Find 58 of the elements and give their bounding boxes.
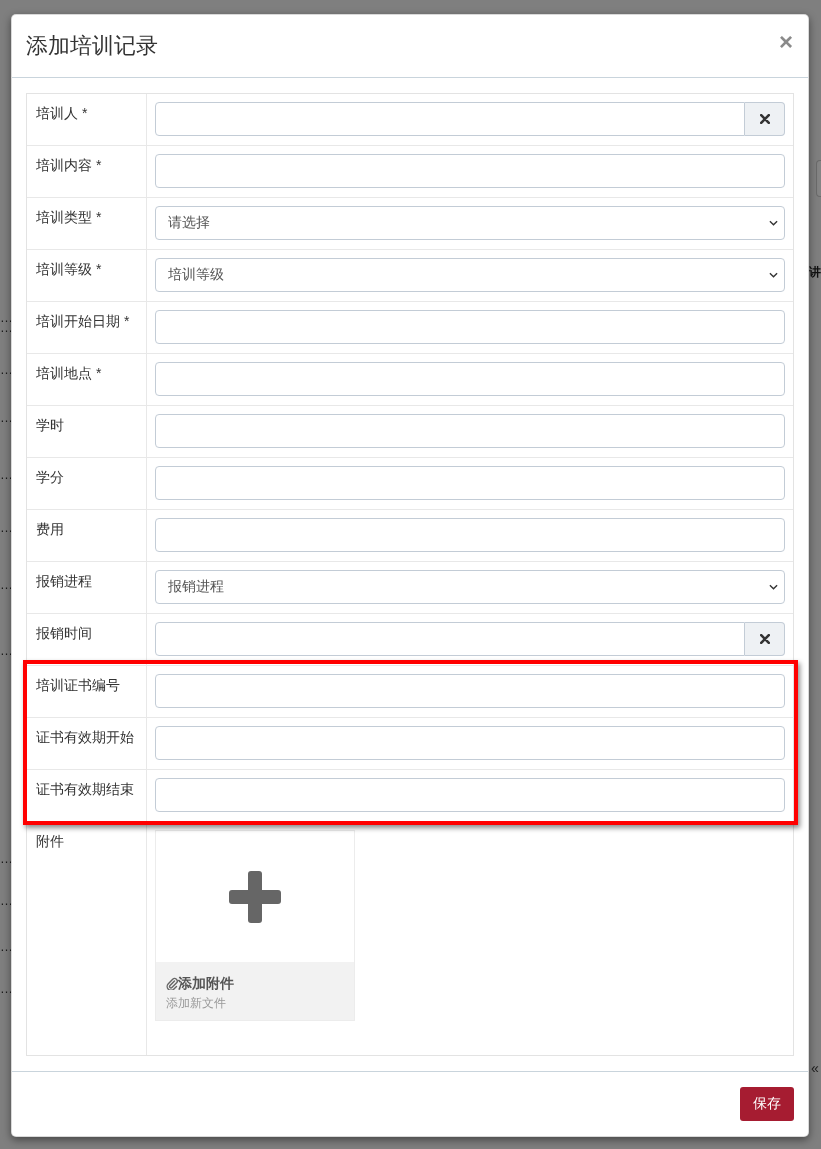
modal-title: 添加培训记录 xyxy=(26,32,158,60)
chevron-down-icon xyxy=(769,584,778,590)
paperclip-icon xyxy=(166,976,178,990)
field-label: 培训等级 * xyxy=(36,261,102,277)
field-label: 学时 xyxy=(36,417,64,433)
column-heading-fragment: 讲 xyxy=(809,264,821,280)
field-label: 附件 xyxy=(36,833,64,849)
field-label: 证书有效期结束 xyxy=(36,781,134,797)
field-label: 学分 xyxy=(36,469,64,485)
x-icon xyxy=(759,634,770,644)
field-label: 培训地点 * xyxy=(36,365,102,381)
truncated-cell-text: … xyxy=(0,413,13,423)
chevron-down-icon xyxy=(769,272,778,278)
truncated-cell-text: … xyxy=(0,470,13,480)
field-label: 报销进程 xyxy=(36,573,92,589)
text-input[interactable] xyxy=(155,310,785,344)
input-field[interactable] xyxy=(816,160,821,197)
truncated-cell-text: … xyxy=(0,942,13,952)
text-input[interactable] xyxy=(155,674,785,708)
truncated-cell-text: … xyxy=(0,523,13,533)
field-label: 证书有效期开始 xyxy=(36,729,134,745)
text-input[interactable] xyxy=(155,102,745,136)
dropdown-select[interactable]: 培训等级 xyxy=(155,258,785,292)
text-input[interactable] xyxy=(155,778,785,812)
field-label: 培训证书编号 xyxy=(36,677,120,693)
text-input[interactable] xyxy=(155,154,785,188)
dropdown-select[interactable]: 请选择 xyxy=(155,206,785,240)
upload-title: 添加附件 xyxy=(178,974,234,992)
field-label: 培训内容 * xyxy=(36,157,102,173)
dropdown-select[interactable]: 报销进程 xyxy=(155,570,785,604)
field-label: 费用 xyxy=(36,521,64,537)
clear-button[interactable] xyxy=(745,622,785,656)
plus-icon xyxy=(229,870,281,923)
truncated-cell-text: … xyxy=(0,580,13,590)
truncated-cell-text: … xyxy=(0,313,13,323)
upload-tile[interactable]: 添加附件 添加新文件 xyxy=(155,830,355,1021)
text-input[interactable] xyxy=(155,466,785,500)
chevron-down-icon xyxy=(769,220,778,226)
collapse-toggle[interactable]: « xyxy=(811,1060,819,1076)
field-label: 报销时间 xyxy=(36,625,92,641)
clear-button[interactable] xyxy=(745,102,785,136)
text-input[interactable] xyxy=(155,362,785,396)
text-input[interactable] xyxy=(155,726,785,760)
truncated-cell-text: … xyxy=(0,984,13,994)
field-label: 培训开始日期 * xyxy=(36,313,130,329)
save-button[interactable]: 保存 xyxy=(740,1087,794,1121)
upload-hint: 添加新文件 xyxy=(166,995,226,1011)
truncated-cell-text: … xyxy=(0,323,13,333)
text-input[interactable] xyxy=(155,414,785,448)
truncated-cell-text: … xyxy=(0,646,13,656)
truncated-cell-text: … xyxy=(0,854,13,864)
text-input[interactable] xyxy=(155,622,745,656)
x-icon xyxy=(759,114,770,124)
field-label: 培训类型 * xyxy=(36,209,102,225)
text-input[interactable] xyxy=(155,518,785,552)
field-label: 培训人 * xyxy=(36,105,88,121)
truncated-cell-text: … xyxy=(0,365,13,375)
truncated-cell-text: … xyxy=(0,896,13,906)
